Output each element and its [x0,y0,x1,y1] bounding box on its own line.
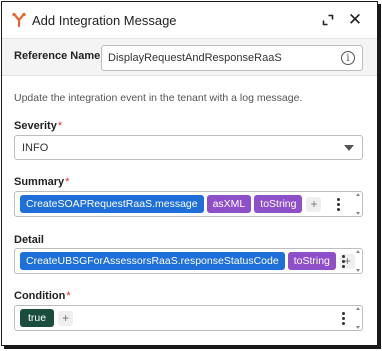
reference-name-input[interactable]: DisplayRequestAndResponseRaaS i [101,45,363,71]
step-description: Update the integration event in the tena… [14,92,303,104]
chevron-down-icon [344,145,354,151]
summary-method-token[interactable]: toString [254,195,303,213]
more-options-icon[interactable] [338,252,348,270]
detail-method-token[interactable]: toString [287,252,336,270]
severity-select[interactable]: INFO [14,135,363,160]
summary-label: Summary* [14,176,70,188]
summary-object-token[interactable]: CreateSOAPRequestRaaS.message [20,195,204,213]
resize-handle[interactable] [356,193,361,215]
severity-label: Severity* [14,120,63,132]
detail-label: Detail [14,234,44,246]
expand-icon [322,14,334,26]
add-token-button[interactable]: + [306,196,322,212]
condition-boolean-token[interactable]: true [20,309,55,327]
info-icon[interactable]: i [341,51,355,65]
resize-handle[interactable] [356,250,361,272]
resize-handle[interactable] [356,307,361,329]
close-icon: ✕ [347,10,363,29]
workday-integration-icon [12,12,26,28]
more-options-icon[interactable] [338,309,348,327]
expand-button[interactable] [320,12,336,28]
dialog-title: Add Integration Message [32,13,177,28]
severity-value: INFO [22,142,49,154]
close-button[interactable]: ✕ [347,10,363,29]
condition-expression-field[interactable]: true + [14,305,363,331]
detail-expression-field[interactable]: CreateUBSGForAssessorsRaaS.responseStatu… [14,248,363,274]
add-token-button[interactable]: + [58,310,74,326]
detail-object-token[interactable]: CreateUBSGForAssessorsRaaS.responseStatu… [20,252,285,270]
integration-message-dialog: Add Integration Message ✕ Reference Name… [1,1,378,346]
summary-method-token[interactable]: asXML [206,195,252,213]
reference-name-value: DisplayRequestAndResponseRaaS [108,52,282,64]
summary-expression-field[interactable]: CreateSOAPRequestRaaS.message asXML toSt… [14,191,363,217]
reference-name-label: Reference Name* [14,50,106,62]
dialog-header: Add Integration Message ✕ [2,2,377,38]
more-options-icon[interactable] [333,195,343,213]
condition-label: Condition* [14,290,71,302]
reference-name-section: Reference Name* DisplayRequestAndRespons… [2,38,377,76]
